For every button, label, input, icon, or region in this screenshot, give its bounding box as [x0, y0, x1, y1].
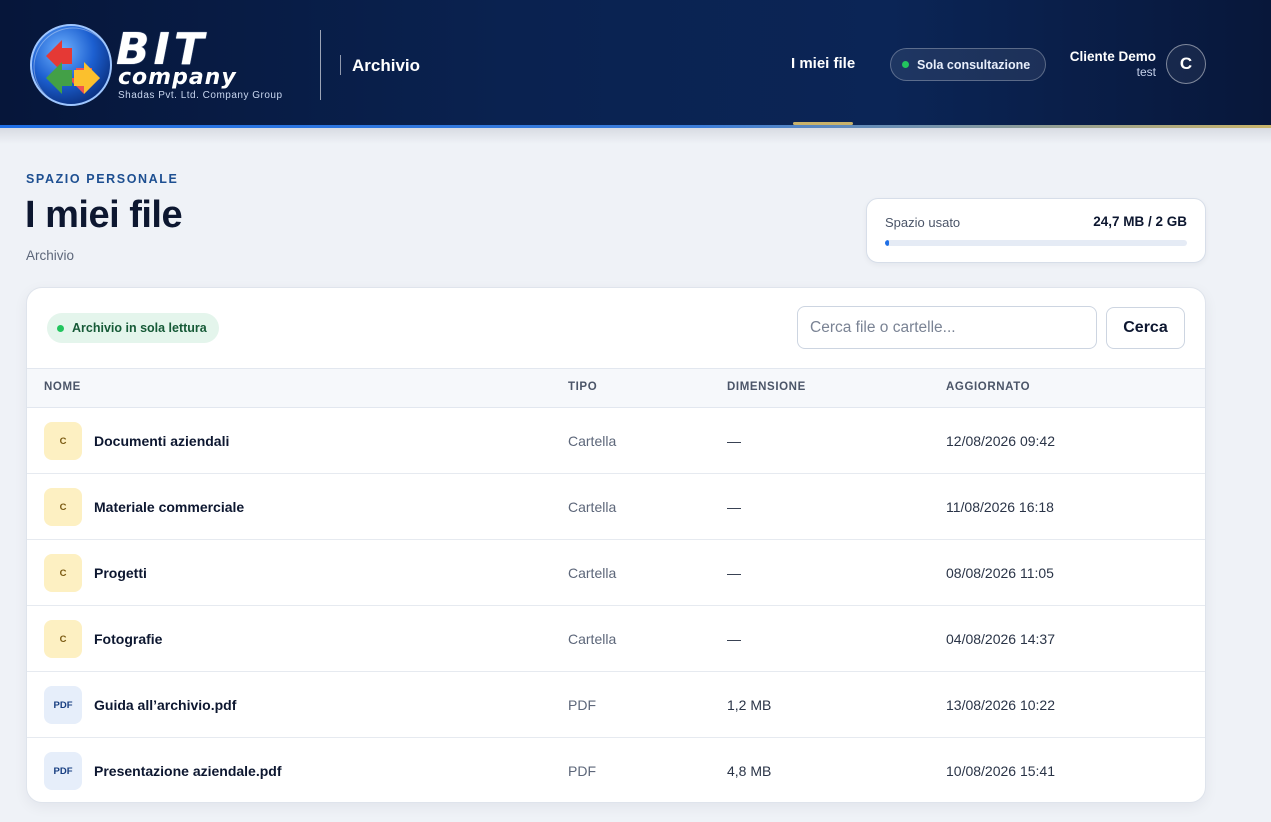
page-subtitle: Archivio — [26, 248, 75, 263]
pdf-file-icon: PDF — [44, 686, 82, 724]
folder-icon: C — [44, 620, 82, 658]
nav-active-indicator — [793, 122, 853, 125]
status-dot-icon — [902, 61, 909, 68]
file-type: Cartella — [568, 565, 617, 581]
user-name: Cliente Demo — [1069, 49, 1156, 64]
file-type: PDF — [568, 763, 596, 779]
section-title: Archivio — [352, 56, 421, 75]
table-row[interactable]: C Fotografie Cartella — 04/08/2026 14:37 — [27, 606, 1205, 672]
file-updated: 12/08/2026 09:42 — [946, 433, 1055, 449]
column-header-updated[interactable]: AGGIORNATO — [946, 381, 1030, 393]
file-name[interactable]: Guida all’archivio.pdf — [94, 697, 236, 713]
file-type: Cartella — [568, 631, 617, 647]
file-size: — — [727, 499, 741, 515]
company-logo[interactable]: BIT company Shadas Pvt. Ltd. Company Gro… — [30, 22, 322, 106]
user-org: test — [1136, 65, 1156, 79]
column-header-type[interactable]: TIPO — [568, 381, 597, 393]
pdf-file-icon: PDF — [44, 752, 82, 790]
logo-tagline: Shadas Pvt. Ltd. Company Group — [118, 90, 283, 101]
folder-icon: C — [44, 554, 82, 592]
file-updated: 04/08/2026 14:37 — [946, 631, 1055, 647]
file-name[interactable]: Documenti aziendali — [94, 433, 229, 449]
file-size: 1,2 MB — [727, 697, 772, 713]
page-title: I miei file — [25, 194, 183, 236]
file-name[interactable]: Materiale commerciale — [94, 499, 244, 515]
file-name[interactable]: Presentazione aziendale.pdf — [94, 763, 282, 779]
read-only-pill-label: Sola consultazione — [917, 57, 1031, 72]
table-row[interactable]: C Materiale commerciale Cartella — 11/08/202… — [27, 474, 1205, 540]
folder-icon: C — [44, 422, 82, 460]
top-bar-shadow — [0, 128, 1271, 144]
file-list-card: Archivio in sola lettura Cerca NOME TIPO… — [26, 287, 1206, 803]
file-name[interactable]: Fotografie — [94, 631, 162, 647]
search-button[interactable]: Cerca — [1106, 307, 1185, 349]
table-header: NOME TIPO DIMENSIONE AGGIORNATO — [27, 368, 1205, 408]
table-row[interactable]: PDF Guida all’archivio.pdf PDF 1,2 MB 13/08/… — [27, 672, 1205, 738]
file-updated: 08/08/2026 11:05 — [946, 565, 1054, 581]
file-type: Cartella — [568, 499, 617, 515]
table-row[interactable]: C Progetti Cartella — 08/08/2026 11:05 — [27, 540, 1205, 606]
section-divider — [340, 55, 341, 75]
file-type: PDF — [568, 697, 596, 713]
logo-submark: company — [118, 65, 237, 90]
column-header-name[interactable]: NOME — [44, 381, 81, 393]
table-row[interactable]: C Documenti aziendali Cartella — 12/08/2026 … — [27, 408, 1205, 474]
read-only-badge: Archivio in sola lettura — [47, 313, 219, 343]
file-size: 4,8 MB — [727, 763, 772, 779]
column-header-size[interactable]: DIMENSIONE — [727, 381, 806, 393]
file-updated: 13/08/2026 10:22 — [946, 697, 1055, 713]
storage-progress-track — [885, 240, 1187, 246]
folder-icon: C — [44, 488, 82, 526]
logo-divider — [320, 30, 321, 100]
storage-label: Spazio usato — [885, 215, 961, 230]
status-dot-icon — [57, 324, 64, 332]
file-name[interactable]: Progetti — [94, 565, 147, 581]
file-updated: 10/08/2026 15:41 — [946, 763, 1055, 779]
storage-progress-fill — [885, 240, 889, 246]
file-type: Cartella — [568, 433, 617, 449]
table-row[interactable]: PDF Presentazione aziendale.pdf PDF 4,8 MB 1… — [27, 738, 1205, 802]
storage-usage-card: Spazio usato 24,7 MB / 2 GB — [866, 198, 1206, 263]
search-input[interactable] — [797, 306, 1097, 349]
file-size: — — [727, 433, 741, 449]
storage-value: 24,7 MB / 2 GB — [1093, 214, 1187, 229]
page-eyebrow: SPAZIO PERSONALE — [26, 172, 179, 186]
read-only-badge-label: Archivio in sola lettura — [72, 321, 207, 335]
read-only-pill: Sola consultazione — [890, 48, 1046, 81]
avatar[interactable]: C — [1166, 44, 1206, 84]
file-size: — — [727, 565, 741, 581]
file-updated: 11/08/2026 16:18 — [946, 499, 1054, 515]
globe-arrows-icon — [30, 24, 112, 106]
file-size: — — [727, 631, 741, 647]
nav-my-files[interactable]: I miei file — [791, 55, 855, 72]
globe-arrows-svg — [33, 27, 110, 104]
